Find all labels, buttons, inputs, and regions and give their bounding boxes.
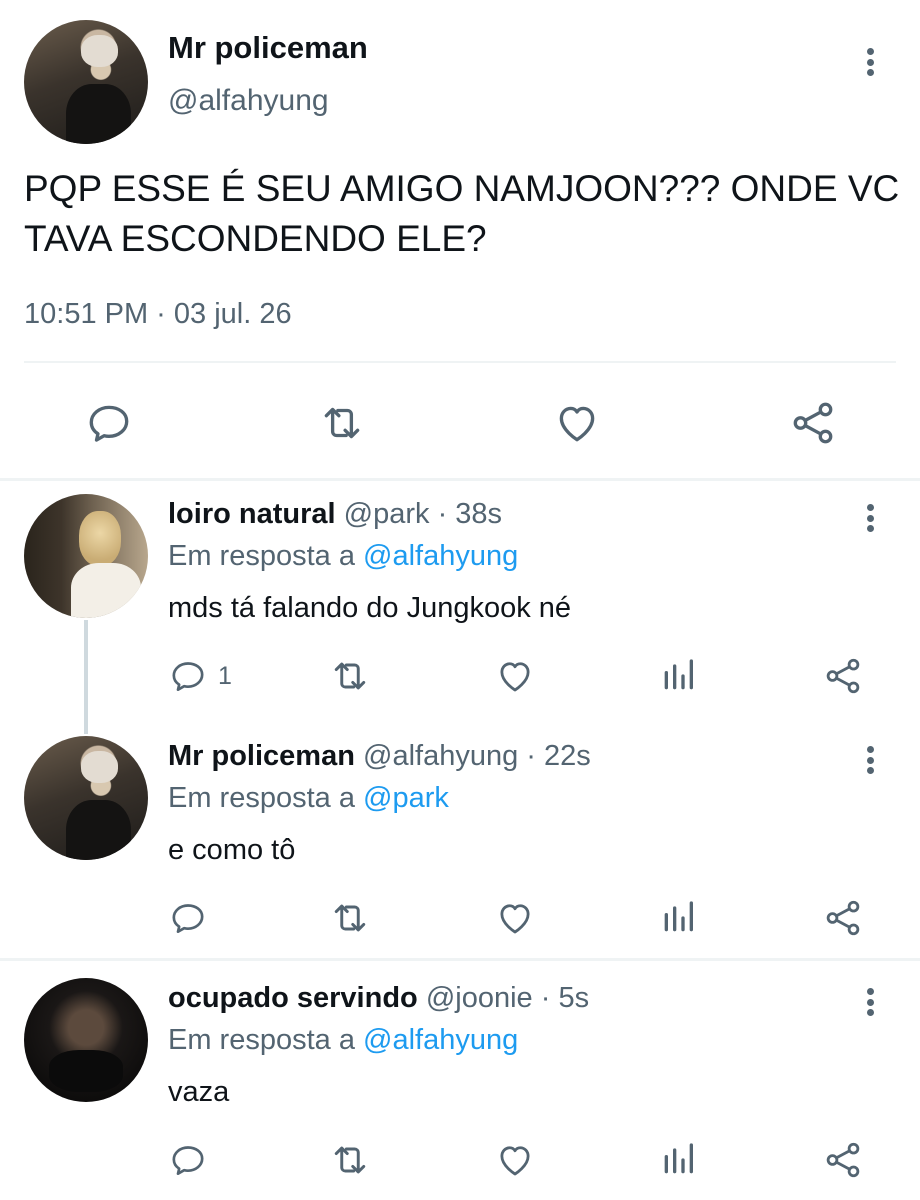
like-icon[interactable] [552,398,602,448]
stats-icon[interactable] [658,896,698,940]
author-handle[interactable]: @alfahyung [168,84,329,118]
share-icon[interactable] [822,1138,864,1182]
stats-icon[interactable] [658,654,698,698]
tweet-actions: 1 [0,654,920,702]
stats-icon[interactable] [658,1138,698,1182]
author-handle[interactable]: @park [344,498,430,530]
reply-context: Em resposta a @alfahyung [168,540,518,573]
like-icon[interactable] [494,896,536,940]
like-icon[interactable] [494,654,536,698]
tweet-actions [0,1138,920,1186]
share-icon[interactable] [822,654,864,698]
author-name[interactable]: Mr policeman [168,30,368,66]
like-icon[interactable] [494,1138,536,1182]
retweet-icon[interactable] [316,398,368,448]
reply-time: · 5s [540,982,590,1014]
reply-prefix: Em resposta a [168,540,364,572]
reply-header: ocupado servindo @joonie · 5s [168,982,589,1015]
reply-context: Em resposta a @park [168,782,449,815]
retweet-icon[interactable] [328,896,372,940]
more-options-icon[interactable] [860,742,880,778]
author-name[interactable]: loiro natural [168,498,336,530]
more-options-icon[interactable] [860,44,880,80]
divider [24,361,896,363]
reply-icon[interactable] [168,1138,208,1182]
mention-link[interactable]: @park [363,782,449,814]
retweet-icon[interactable] [328,1138,372,1182]
tweet-text: PQP ESSE É SEU AMIGO NAMJOON??? ONDE VC … [24,168,900,259]
reply-button[interactable]: 1 [168,654,232,698]
reply-text: vaza [168,1076,230,1108]
author-name[interactable]: ocupado servindo [168,982,418,1014]
reply-text: mds tá falando do Jungkook né [168,592,572,624]
more-options-icon[interactable] [860,984,880,1020]
reply-context: Em resposta a @alfahyung [168,1024,518,1057]
divider [0,478,920,481]
reply-header: loiro natural @park · 38s [168,498,502,531]
tweet-actions [0,388,920,458]
avatar[interactable] [24,20,148,144]
mention-link[interactable]: @alfahyung [363,540,518,572]
divider [0,958,920,961]
retweet-icon[interactable] [328,654,372,698]
main-tweet: Mr policeman @alfahyung PQP ESSE É SEU A… [0,0,920,478]
more-options-icon[interactable] [860,500,880,536]
reply-prefix: Em resposta a [168,1024,364,1056]
reply-header: Mr policeman @alfahyung · 22s [168,740,591,773]
author-handle[interactable]: @alfahyung [363,740,518,772]
reply-time: · 38s [437,498,503,530]
tweet-timestamp[interactable]: 10:51 PM · 03 jul. 26 [24,298,292,331]
author-name[interactable]: Mr policeman [168,740,355,772]
reply-prefix: Em resposta a [168,782,364,814]
tweet-actions [0,896,920,944]
share-icon[interactable] [788,398,838,448]
reply-icon[interactable] [84,398,134,448]
reply-time: · 22s [526,740,591,772]
mention-link[interactable]: @alfahyung [363,1024,518,1056]
reply-count: 1 [218,661,232,690]
reply-text: e como tô [168,834,296,866]
share-icon[interactable] [822,896,864,940]
author-handle[interactable]: @joonie [426,982,533,1014]
reply-icon[interactable] [168,896,208,940]
reply-icon [168,654,208,698]
